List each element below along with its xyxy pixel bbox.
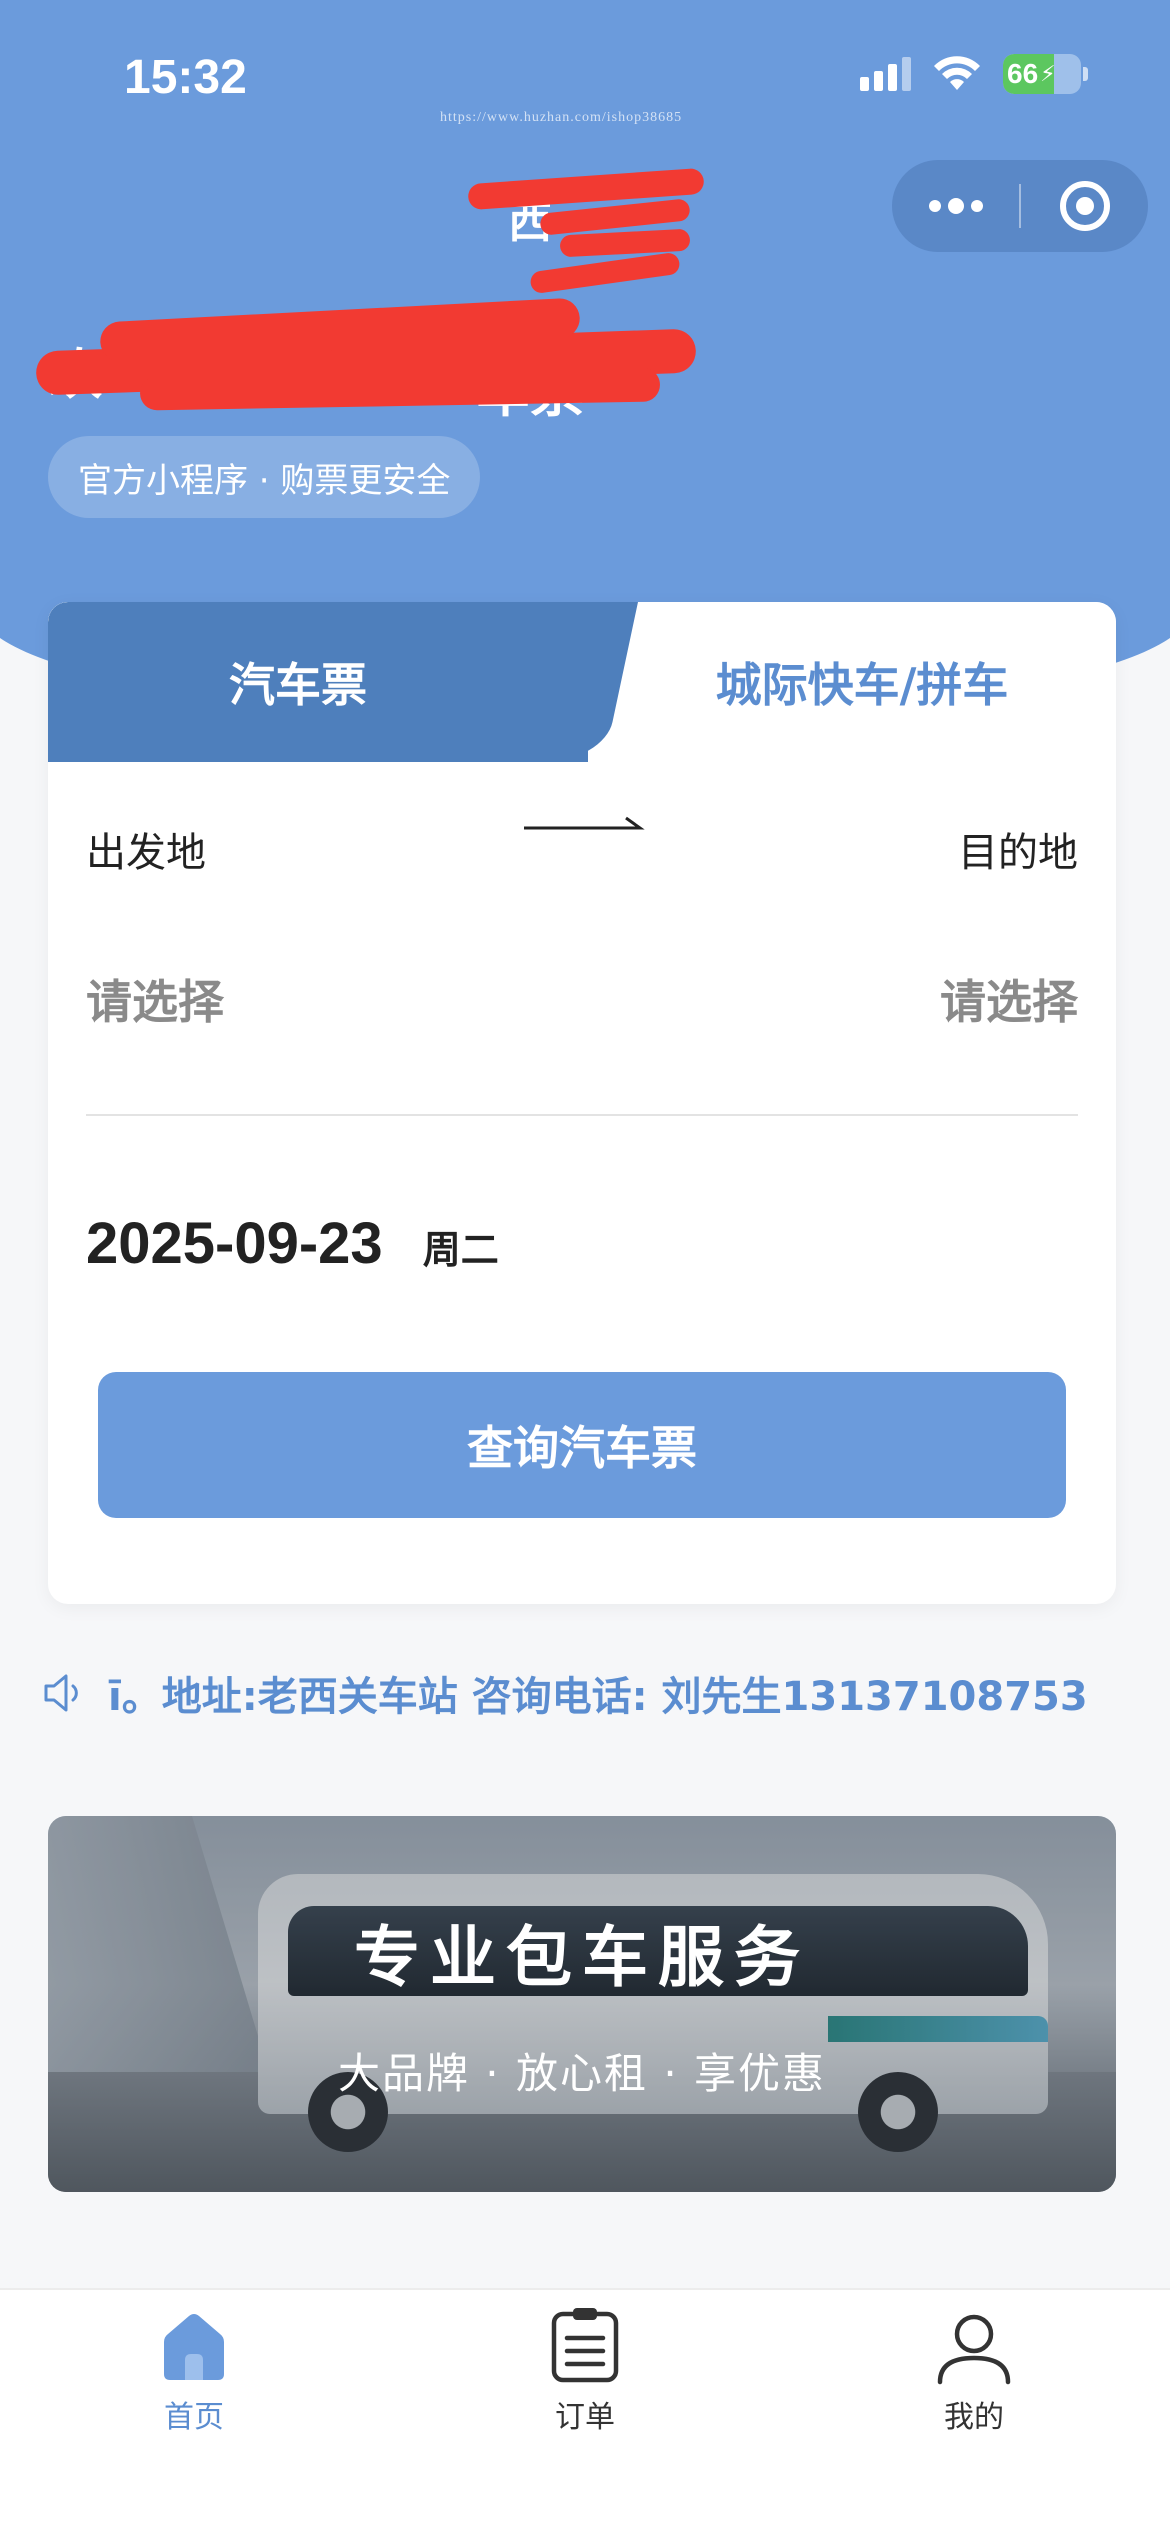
charter-service-banner[interactable]: 专业包车服务 大品牌 · 放心租 · 享优惠 <box>48 1816 1116 2192</box>
destination-label: 目的地 <box>958 830 1078 876</box>
status-icons: 66 ⚡ <box>860 54 1088 94</box>
miniprogram-capsule <box>892 160 1148 252</box>
more-menu-button[interactable] <box>892 160 1019 252</box>
ticket-type-tabs: 汽车票 城际快车/拼车 <box>48 602 1116 762</box>
banner-subtitle: 大品牌 · 放心租 · 享优惠 <box>337 2049 827 2098</box>
profile-icon <box>937 2314 1011 2385</box>
slogan-badge: 官方小程序 · 购票更安全 <box>48 436 481 518</box>
tab-bus-ticket[interactable]: 汽车票 <box>48 602 588 762</box>
home-icon <box>164 2314 224 2380</box>
app-page: 15:32 66 ⚡ https://www.huzhan.com/ishop3… <box>0 0 1170 2532</box>
destination-select[interactable]: 请选择 <box>940 966 1078 1032</box>
target-circle-icon <box>1059 181 1110 231</box>
notice-text: ī。地址:老西关车站 咨询电话: 刘先生13137108753 <box>108 1674 1088 1720</box>
divider <box>86 1114 1078 1116</box>
booking-card: 汽车票 城际快车/拼车 出发地 目的地 请选择 请选择 2025-09-23 周… <box>48 602 1116 1604</box>
date-picker[interactable]: 2025-09-23 周二 <box>86 1210 499 1277</box>
battery-icon: 66 ⚡ <box>1003 54 1081 94</box>
tabbar-item-orders[interactable]: 订单 <box>485 2304 685 2436</box>
charging-bolt-icon: ⚡ <box>1040 61 1056 87</box>
tabbar-item-home[interactable]: 首页 <box>94 2304 294 2436</box>
departure-date[interactable]: 2025-09-23 <box>86 1210 383 1277</box>
wifi-icon <box>934 56 980 90</box>
notice-marquee: ī。地址:老西关车站 咨询电话: 刘先生13137108753 <box>40 1660 1130 1726</box>
tabbar-label-orders: 订单 <box>555 2400 615 2435</box>
weekday-label: 周二 <box>422 1228 499 1272</box>
origin-label: 出发地 <box>86 830 206 876</box>
search-bus-ticket-button[interactable]: 查询汽车票 <box>98 1372 1066 1518</box>
cellular-signal-icon <box>860 57 911 91</box>
tabbar-item-profile[interactable]: 我的 <box>874 2304 1074 2436</box>
bottom-tab-bar: 首页 订单 我的 <box>0 2288 1170 2532</box>
origin-select[interactable]: 请选择 <box>86 966 224 1032</box>
status-time: 15:32 <box>124 51 247 104</box>
arrow-right-icon <box>524 816 645 830</box>
battery-level: 66 <box>1007 58 1039 89</box>
banner-title: 专业包车服务 <box>354 1919 810 1996</box>
route-selectors: 请选择 请选择 <box>86 966 1078 1032</box>
tabbar-label-home: 首页 <box>164 2400 224 2435</box>
speaker-icon <box>44 1674 78 1712</box>
tabbar-label-profile: 我的 <box>944 2400 1004 2435</box>
tab-intercity-carpool[interactable]: 城际快车/拼车 <box>608 602 1116 762</box>
watermark-url: https://www.huzhan.com/ishop38685 <box>440 110 683 125</box>
order-clipboard-icon <box>551 2308 619 2383</box>
close-miniprogram-button[interactable] <box>1021 160 1148 252</box>
